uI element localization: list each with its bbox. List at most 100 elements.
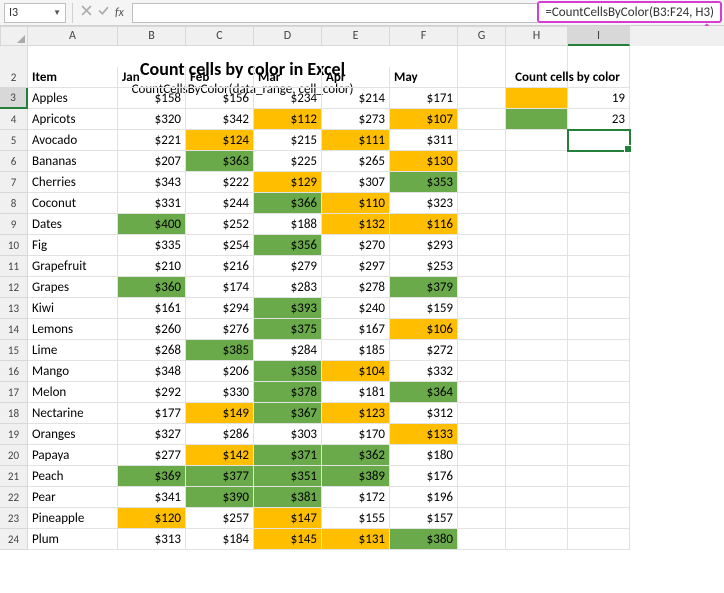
row-header[interactable]: 22 xyxy=(0,487,28,508)
value-cell[interactable]: $221 xyxy=(118,130,186,151)
value-cell[interactable]: $253 xyxy=(390,256,458,277)
swatch-cell[interactable] xyxy=(506,88,568,109)
row-header[interactable]: 15 xyxy=(0,340,28,361)
row-header[interactable]: 17 xyxy=(0,382,28,403)
value-cell[interactable]: $158 xyxy=(118,88,186,109)
value-cell[interactable]: $364 xyxy=(390,382,458,403)
item-cell[interactable]: Peach xyxy=(28,466,118,487)
value-cell[interactable]: $366 xyxy=(254,193,322,214)
name-box[interactable]: I3 ▼ xyxy=(4,3,66,23)
item-cell[interactable]: Bananas xyxy=(28,151,118,172)
select-all-corner[interactable] xyxy=(0,26,28,46)
row-header[interactable]: 10 xyxy=(0,235,28,256)
value-cell[interactable]: $270 xyxy=(322,235,390,256)
value-cell[interactable]: $107 xyxy=(390,109,458,130)
value-cell[interactable]: $120 xyxy=(118,508,186,529)
item-cell[interactable]: Melon xyxy=(28,382,118,403)
item-cell[interactable]: Nectarine xyxy=(28,403,118,424)
value-cell[interactable]: $206 xyxy=(186,361,254,382)
value-cell[interactable]: $260 xyxy=(118,319,186,340)
value-cell[interactable]: $157 xyxy=(390,508,458,529)
value-cell[interactable]: $268 xyxy=(118,340,186,361)
cell[interactable] xyxy=(568,277,630,298)
value-cell[interactable]: $196 xyxy=(390,487,458,508)
cell[interactable] xyxy=(568,340,630,361)
row-header[interactable]: 20 xyxy=(0,445,28,466)
value-cell[interactable]: $353 xyxy=(390,172,458,193)
value-cell[interactable]: $320 xyxy=(118,109,186,130)
value-cell[interactable]: $341 xyxy=(118,487,186,508)
value-cell[interactable]: $184 xyxy=(186,529,254,550)
row-header[interactable]: 2 xyxy=(0,67,28,88)
cell[interactable] xyxy=(568,214,630,235)
value-cell[interactable]: $265 xyxy=(322,151,390,172)
value-cell[interactable]: $272 xyxy=(390,340,458,361)
header-jan[interactable]: Jan xyxy=(118,67,186,88)
value-cell[interactable]: $244 xyxy=(186,193,254,214)
cell[interactable] xyxy=(568,445,630,466)
value-cell[interactable]: $104 xyxy=(322,361,390,382)
cell[interactable] xyxy=(506,130,568,151)
value-cell[interactable]: $170 xyxy=(322,424,390,445)
value-cell[interactable]: $351 xyxy=(254,466,322,487)
value-cell[interactable]: $313 xyxy=(118,529,186,550)
value-cell[interactable]: $303 xyxy=(254,424,322,445)
value-cell[interactable]: $371 xyxy=(254,445,322,466)
cell[interactable] xyxy=(458,424,506,445)
row-header[interactable]: 8 xyxy=(0,193,28,214)
cell[interactable] xyxy=(506,235,568,256)
value-cell[interactable]: $312 xyxy=(390,403,458,424)
cell[interactable] xyxy=(568,256,630,277)
value-cell[interactable]: $214 xyxy=(322,88,390,109)
value-cell[interactable]: $294 xyxy=(186,298,254,319)
item-cell[interactable]: Pear xyxy=(28,487,118,508)
value-cell[interactable]: $307 xyxy=(322,172,390,193)
cell[interactable] xyxy=(506,256,568,277)
value-cell[interactable]: $159 xyxy=(390,298,458,319)
cell[interactable] xyxy=(568,508,630,529)
value-cell[interactable]: $360 xyxy=(118,277,186,298)
item-cell[interactable]: Grapefruit xyxy=(28,256,118,277)
value-cell[interactable]: $379 xyxy=(390,277,458,298)
cell[interactable] xyxy=(458,130,506,151)
cell[interactable] xyxy=(458,256,506,277)
value-cell[interactable]: $129 xyxy=(254,172,322,193)
value-cell[interactable]: $222 xyxy=(186,172,254,193)
value-cell[interactable]: $116 xyxy=(390,214,458,235)
cell[interactable] xyxy=(568,361,630,382)
col-header[interactable]: E xyxy=(322,26,390,46)
value-cell[interactable]: $283 xyxy=(254,277,322,298)
row-header[interactable]: 14 xyxy=(0,319,28,340)
value-cell[interactable]: $177 xyxy=(118,403,186,424)
cell[interactable] xyxy=(568,130,630,151)
cell[interactable] xyxy=(458,382,506,403)
value-cell[interactable]: $131 xyxy=(322,529,390,550)
cell[interactable] xyxy=(506,172,568,193)
cell[interactable] xyxy=(568,529,630,550)
value-cell[interactable]: $358 xyxy=(254,361,322,382)
value-cell[interactable]: $174 xyxy=(186,277,254,298)
cell[interactable] xyxy=(458,88,506,109)
value-cell[interactable]: $210 xyxy=(118,256,186,277)
value-cell[interactable]: $330 xyxy=(186,382,254,403)
value-cell[interactable]: $327 xyxy=(118,424,186,445)
cell[interactable] xyxy=(506,214,568,235)
value-cell[interactable]: $180 xyxy=(390,445,458,466)
value-cell[interactable]: $277 xyxy=(118,445,186,466)
row-header[interactable]: 18 xyxy=(0,403,28,424)
header-apr[interactable]: Apr xyxy=(322,67,390,88)
value-cell[interactable]: $278 xyxy=(322,277,390,298)
item-cell[interactable]: Pineapple xyxy=(28,508,118,529)
cell[interactable] xyxy=(506,445,568,466)
item-cell[interactable]: Cherries xyxy=(28,172,118,193)
cell[interactable] xyxy=(458,109,506,130)
value-cell[interactable]: $378 xyxy=(254,382,322,403)
item-cell[interactable]: Papaya xyxy=(28,445,118,466)
cell[interactable] xyxy=(458,151,506,172)
fx-icon[interactable]: fx xyxy=(113,6,126,20)
item-cell[interactable]: Grapes xyxy=(28,277,118,298)
value-cell[interactable]: $133 xyxy=(390,424,458,445)
cell[interactable] xyxy=(568,298,630,319)
item-cell[interactable]: Apples xyxy=(28,88,118,109)
cell[interactable] xyxy=(458,298,506,319)
